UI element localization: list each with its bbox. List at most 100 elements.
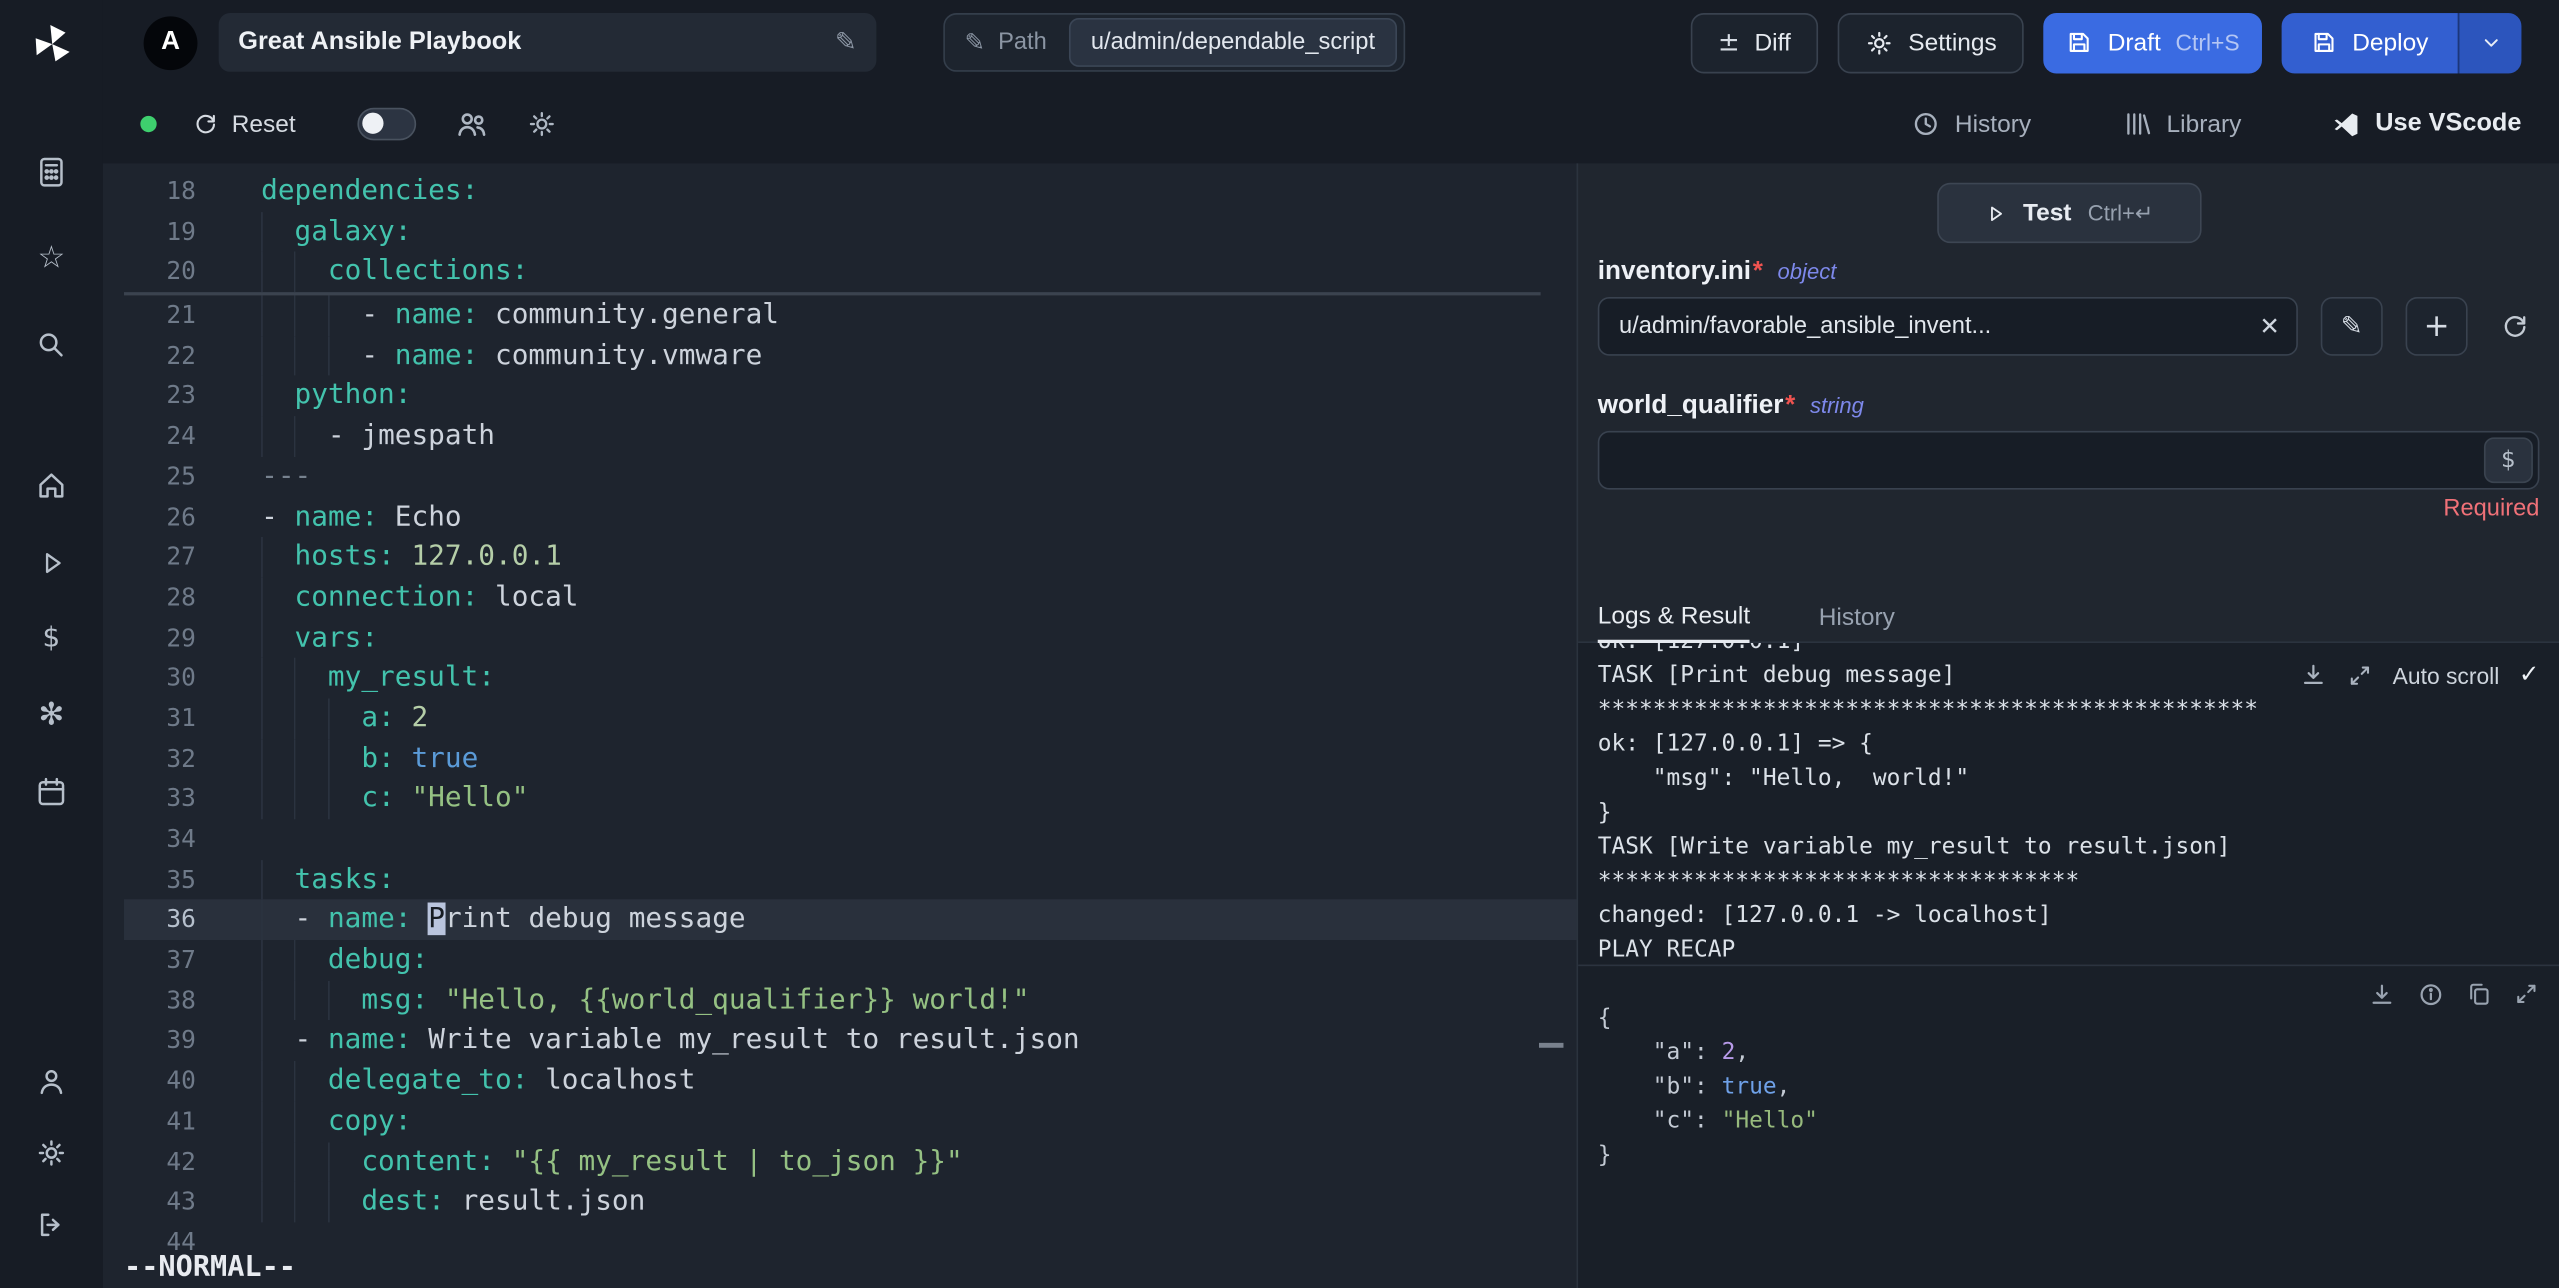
path-label-wrap: ✎ Path (965, 29, 1047, 55)
sidebar-item-favorites[interactable]: ☆ (0, 215, 103, 301)
code-text: - name: Print debug message (261, 900, 746, 940)
reset-button[interactable]: Reset (193, 110, 296, 138)
test-button[interactable]: Test Ctrl+↵ (1936, 182, 2201, 244)
sidebar-item-search[interactable] (0, 302, 103, 388)
sidebar-item-variables[interactable]: $ (0, 601, 103, 678)
code-line-31[interactable]: 31 a: 2 (124, 698, 1576, 738)
windmill-app: ☆ $ ✻ A Great Ansible Playbook ✎ ✎ Path … (0, 0, 2559, 1288)
sidebar-item-resources[interactable]: ✻ (0, 677, 103, 754)
search-icon (36, 330, 67, 361)
code-line-26[interactable]: 26 - name: Echo (124, 497, 1576, 537)
topbar-links: History Library Use VScode (1911, 109, 2521, 138)
plus-icon: + (2423, 307, 2450, 344)
script-title-field[interactable]: Great Ansible Playbook ✎ (218, 13, 877, 72)
code-line-42[interactable]: 42 content: "{{ my_result | to_json }}" (124, 1142, 1576, 1182)
result-pane[interactable]: { "a": 2, "b": true, "c": "Hello"} (1578, 964, 2559, 1288)
script-language-avatar[interactable]: A (143, 15, 198, 70)
download-logs-button[interactable] (2300, 661, 2328, 689)
scrollbar-marker[interactable] (1538, 1042, 1564, 1048)
library-button[interactable]: Library (2122, 109, 2241, 138)
dollar-icon: $ (2501, 447, 2516, 474)
path-control[interactable]: ✎ Path u/admin/dependable_script (943, 13, 1405, 72)
code-line-21[interactable]: 21 - name: community.general (124, 295, 1576, 335)
add-resource-button[interactable]: + (2405, 297, 2468, 356)
code-line-23[interactable]: 23 python: (124, 376, 1576, 416)
edit-resource-button[interactable]: ✎ (2320, 297, 2383, 356)
code-line-33[interactable]: 33 c: "Hello" (124, 779, 1576, 819)
sidebar-item-settings[interactable] (0, 1117, 103, 1189)
code-lines: 18 dependencies: 19 galaxy: 20 collections:… (103, 163, 1577, 1262)
field-inventory-header: inventory.ini * object (1598, 258, 2540, 287)
refresh-resource-button[interactable] (2490, 312, 2539, 341)
tab-logs-result[interactable]: Logs & Result (1597, 602, 1751, 644)
result-info-button[interactable] (2417, 981, 2445, 1009)
required-asterisk: * (1785, 391, 1796, 420)
code-line-38[interactable]: 38 msg: "Hello, {{world_qualifier}} worl… (124, 980, 1576, 1020)
deploy-icon (2311, 29, 2337, 55)
autoscroll-checkbox[interactable]: ✓ (2519, 662, 2540, 687)
code-line-43[interactable]: 43 dest: result.json (124, 1182, 1576, 1222)
sidebar-item-home[interactable] (0, 447, 103, 524)
result-controls (2368, 981, 2539, 1009)
code-line-44[interactable]: 44 (124, 1222, 1576, 1262)
download-result-button[interactable] (2368, 981, 2396, 1009)
sidebar-item-calculator[interactable] (0, 129, 103, 215)
code-line-25[interactable]: 25 --- (124, 457, 1576, 497)
code-line-27[interactable]: 27 hosts: 127.0.0.1 (124, 537, 1576, 577)
clear-icon[interactable]: ✕ (2259, 313, 2280, 338)
code-line-32[interactable]: 32 b: true (124, 739, 1576, 779)
code-text: debug: (261, 940, 428, 980)
history-button[interactable]: History (1911, 109, 2031, 138)
code-line-40[interactable]: 40 delegate_to: localhost (124, 1061, 1576, 1101)
diff-button[interactable]: ± Diff (1690, 12, 1819, 73)
code-line-22[interactable]: 22 - name: community.vmware (124, 336, 1576, 376)
line-number: 26 (166, 501, 196, 532)
sidebar-item-schedules[interactable] (0, 754, 103, 831)
code-text: msg: "Hello, {{world_qualifier}} world!" (261, 980, 1029, 1020)
code-editor[interactable]: 18 dependencies: 19 galaxy: 20 collections:… (102, 163, 1577, 1288)
result-json-line: } (1597, 1142, 1612, 1169)
sidebar-item-runs[interactable] (0, 524, 103, 601)
code-line-35[interactable]: 35 tasks: (124, 860, 1576, 900)
deploy-options-button[interactable] (2457, 12, 2522, 73)
editor-settings-button[interactable] (527, 109, 556, 138)
code-line-20[interactable]: 20 collections: (124, 252, 1576, 292)
test-shortcut: Ctrl+↵ (2087, 199, 2154, 225)
use-vscode-button[interactable]: Use VScode (2333, 109, 2521, 138)
gear-icon (36, 1138, 67, 1169)
diff-label: Diff (1754, 28, 1791, 57)
code-line-37[interactable]: 37 debug: (124, 940, 1576, 980)
inventory-resource-input[interactable]: u/admin/favorable_ansible_invent... ✕ (1597, 297, 2298, 356)
collaborators-button[interactable] (456, 108, 489, 141)
copy-icon (2466, 981, 2492, 1007)
world-qualifier-input[interactable]: $ (1597, 430, 2540, 490)
copy-result-button[interactable] (2466, 981, 2492, 1009)
code-line-18[interactable]: 18 dependencies: (124, 171, 1576, 211)
code-line-39[interactable]: 39 - name: Write variable my_result to r… (124, 1021, 1576, 1061)
test-label: Test (2022, 199, 2072, 227)
logs-pane[interactable]: ok: [127.0.0.1]TASK [Print debug message… (1578, 643, 2559, 965)
code-line-41[interactable]: 41 copy: (124, 1101, 1576, 1141)
code-line-28[interactable]: 28 connection: local (124, 578, 1576, 618)
edit-title-pencil-icon[interactable]: ✎ (835, 29, 857, 55)
windmill-logo-icon[interactable] (29, 21, 75, 67)
line-number: 29 (166, 622, 196, 653)
required-asterisk: * (1752, 257, 1763, 286)
variable-picker-button[interactable]: $ (2483, 437, 2533, 484)
expand-logs-button[interactable] (2347, 662, 2373, 688)
code-line-30[interactable]: 30 my_result: (124, 658, 1576, 698)
code-line-24[interactable]: 24 - jmespath (124, 416, 1576, 456)
settings-button[interactable]: Settings (1838, 12, 2025, 73)
deploy-button[interactable]: Deploy (2282, 12, 2458, 73)
editor-toggle[interactable] (357, 107, 417, 141)
expand-result-button[interactable] (2513, 981, 2539, 1009)
code-line-34[interactable]: 34 (124, 819, 1576, 859)
tab-history[interactable]: History (1819, 604, 1895, 642)
code-line-19[interactable]: 19 galaxy: (124, 212, 1576, 252)
sidebar-item-logout[interactable] (0, 1189, 103, 1261)
path-value[interactable]: u/admin/dependable_script (1069, 17, 1397, 67)
sidebar-item-account[interactable] (0, 1045, 103, 1117)
draft-button[interactable]: Draft Ctrl+S (2044, 12, 2263, 73)
code-line-36[interactable]: 36 - name: Print debug message (124, 899, 1577, 941)
code-line-29[interactable]: 29 vars: (124, 618, 1576, 658)
